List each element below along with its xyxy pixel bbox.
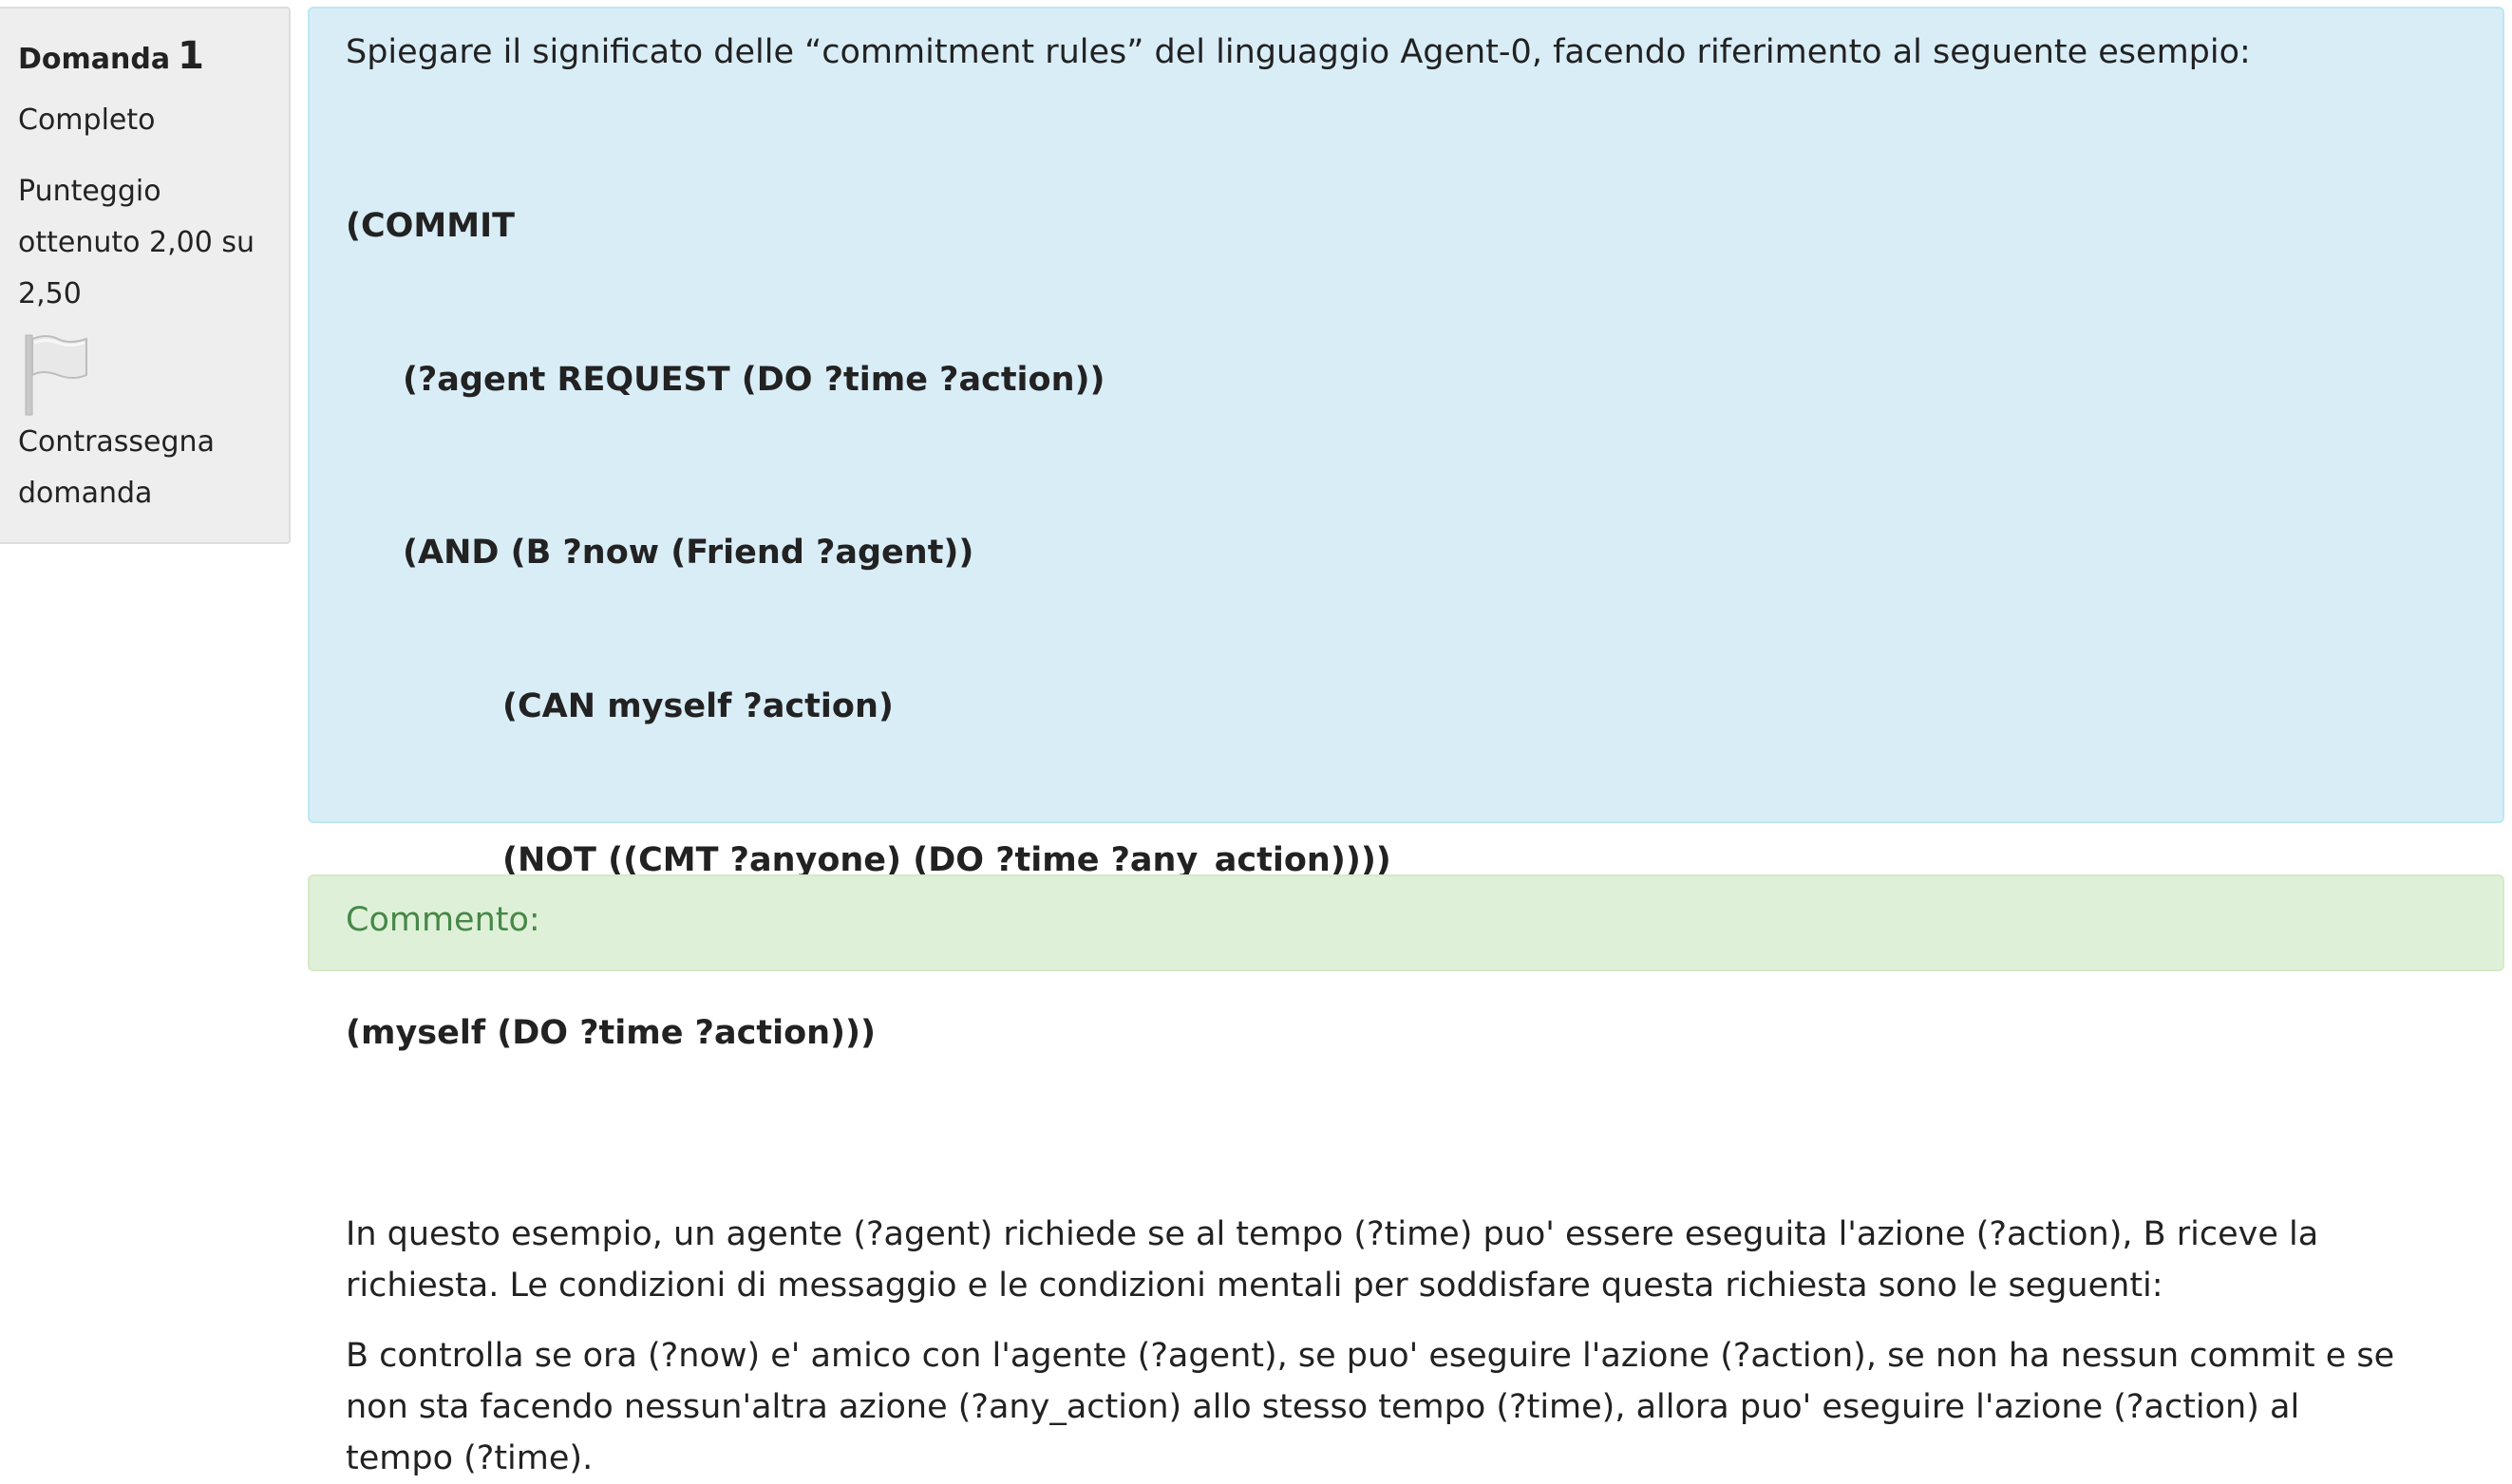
question-prompt: Spiegare il significato delle “commitmen…	[346, 33, 2251, 71]
code-line: (AND (B ?now (Friend ?agent))	[403, 533, 974, 572]
question-text-box: Spiegare il significato delle “commitmen…	[308, 7, 2504, 1484]
answer-paragraph: B controlla se ora (?now) e' amico con l…	[346, 1336, 2395, 1477]
comment-box: Commento:	[308, 874, 2504, 971]
comment-label: Commento:	[346, 901, 540, 939]
answer-area[interactable]: In questo esempio, un agente (?agent) ri…	[346, 1206, 2408, 1484]
answer-paragraph: In questo esempio, un agente (?agent) ri…	[346, 1214, 2319, 1305]
flag-question-link[interactable]: Contrassegna domanda	[18, 417, 272, 519]
question-label: Domanda	[18, 43, 171, 76]
question-grade: Punteggio ottenuto 2,00 su 2,50	[18, 175, 255, 310]
question-title: Domanda 1	[18, 33, 272, 79]
question-state: Completo	[18, 103, 156, 137]
code-example: (COMMIT (?agent REQUEST (DO ?time ?actio…	[346, 98, 2466, 1161]
code-line: (COMMIT	[346, 206, 515, 245]
question-number: 1	[178, 34, 204, 78]
code-line: (CAN myself ?action)	[502, 686, 894, 725]
question-info-panel: Domanda 1 Completo Punteggio ottenuto 2,0…	[0, 7, 291, 544]
code-line: (myself (DO ?time ?action)))	[346, 1013, 877, 1052]
flag-icon[interactable]	[18, 331, 94, 417]
code-line: (?agent REQUEST (DO ?time ?action))	[403, 360, 1105, 399]
